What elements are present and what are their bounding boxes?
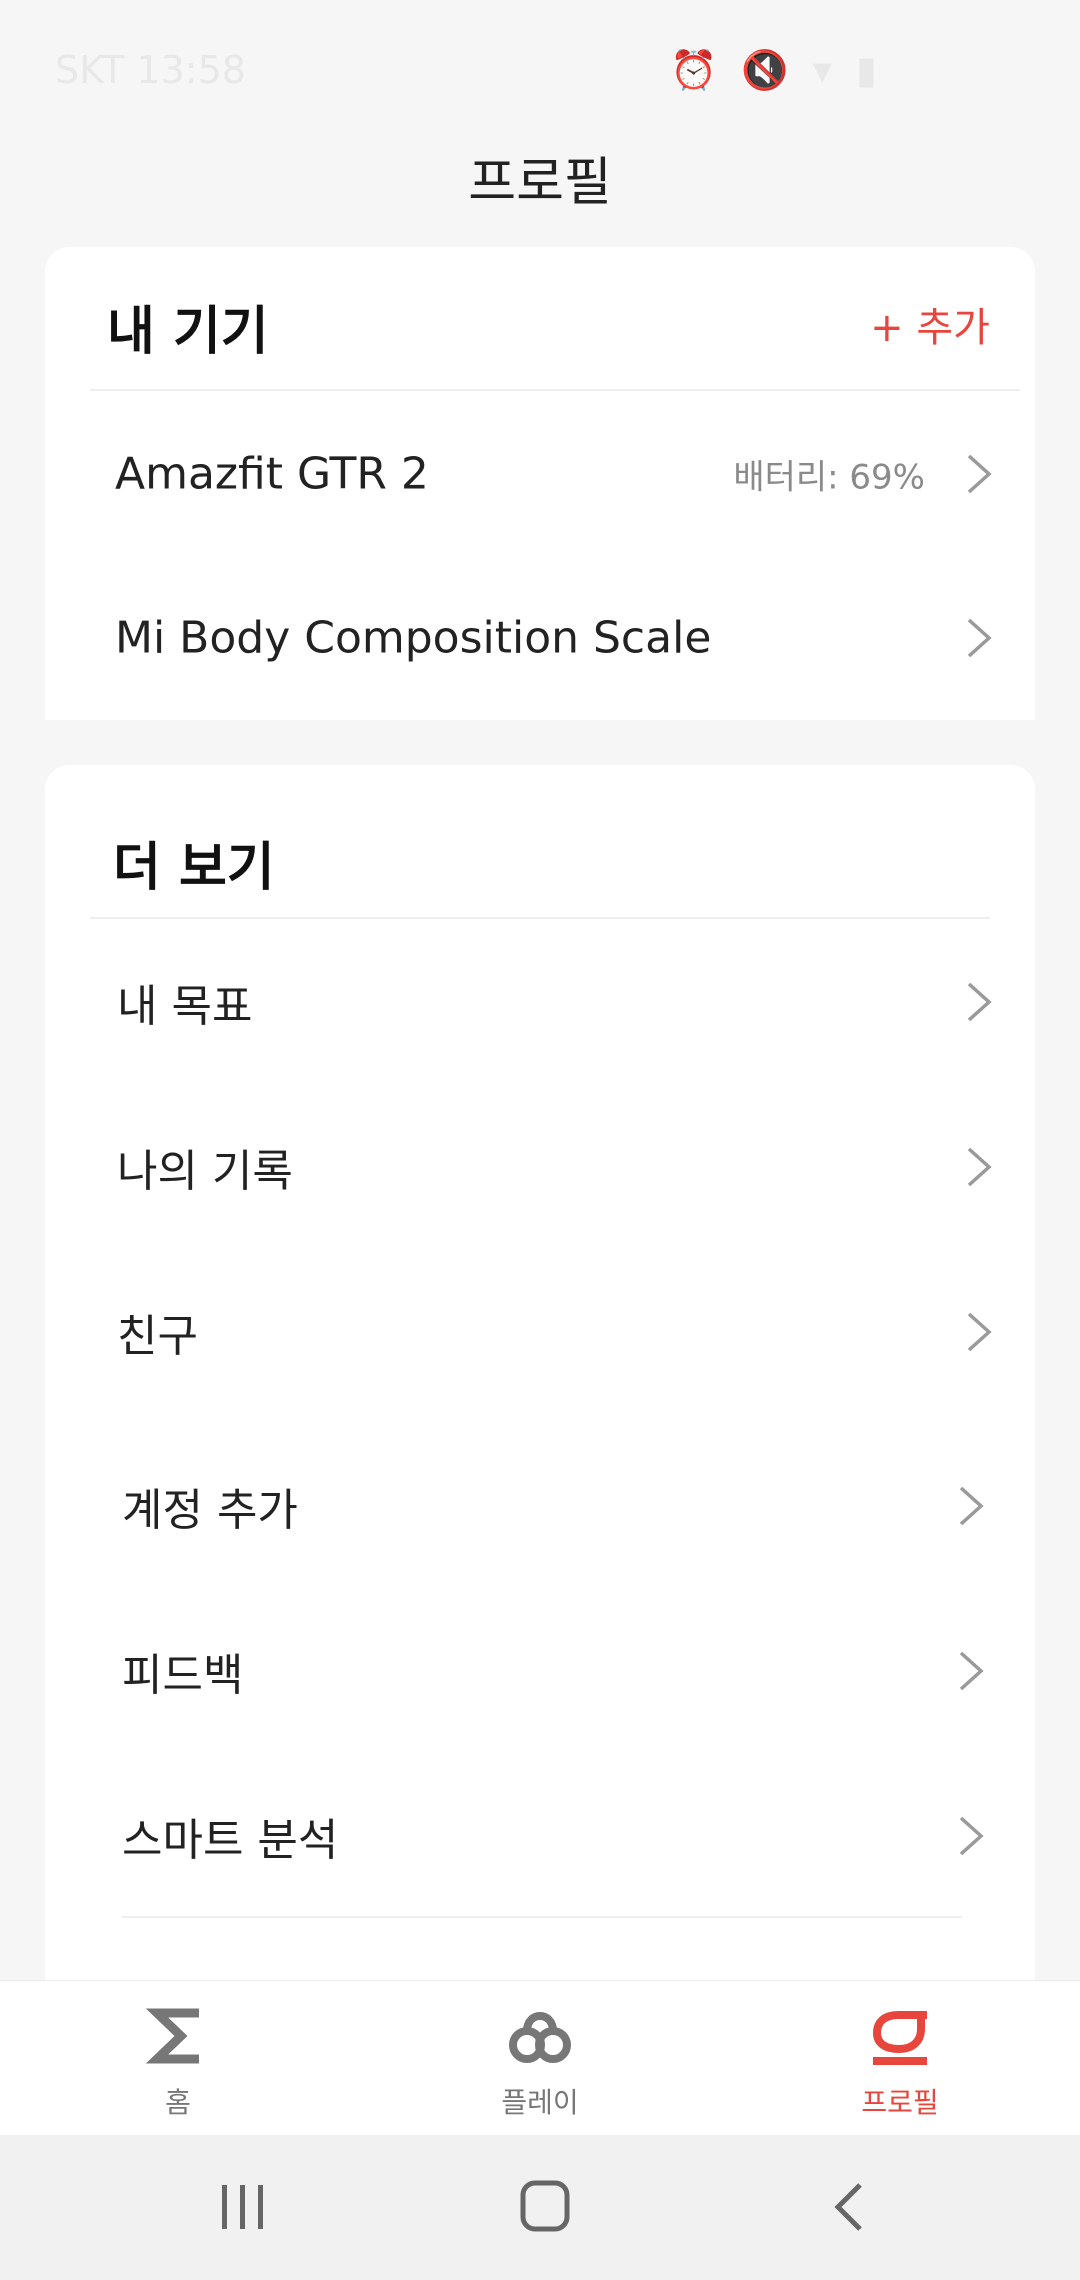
top-bar: SKT 13:58 ⏰ 🔇 ▾ ▮ 프로필: [0, 0, 1080, 225]
menu-item-add-account[interactable]: 계정 추가: [45, 1431, 1035, 1581]
nav-tab-home[interactable]: 홈: [78, 1981, 278, 2136]
chevron-right-icon: [959, 1816, 984, 1856]
my-devices-title: 내 기기: [107, 302, 269, 362]
profile-icon: [872, 2011, 927, 2065]
nav-tab-label: 홈: [165, 2086, 191, 2119]
device-name: Amazfit GTR 2: [115, 448, 429, 500]
nav-tab-profile[interactable]: 프로필: [800, 1981, 1000, 2136]
page-title: 프로필: [468, 153, 612, 213]
menu-item-friends[interactable]: 친구: [45, 1257, 1035, 1407]
divider: [122, 1916, 962, 1918]
system-navigation-bar: [0, 2135, 1080, 2280]
menu-item-smart-analysis[interactable]: 스마트 분석: [45, 1761, 1035, 1911]
divider: [90, 917, 990, 919]
chevron-right-icon: [967, 454, 992, 494]
menu-item-goals[interactable]: 내 목표: [45, 927, 1035, 1077]
clock-label: 13:58: [136, 48, 246, 92]
chevron-right-icon: [959, 1486, 984, 1526]
carrier-label: SKT: [55, 48, 125, 92]
play-loop-icon: [509, 2012, 571, 2063]
nav-tab-label: 프로필: [861, 2086, 939, 2119]
chevron-right-icon: [959, 1651, 984, 1691]
menu-item-label: 내 목표: [117, 981, 253, 1032]
back-icon[interactable]: [808, 2177, 888, 2237]
status-left: SKT 13:58: [55, 48, 246, 92]
recent-apps-icon[interactable]: [202, 2177, 282, 2237]
chevron-right-icon: [967, 982, 992, 1022]
menu-item-records[interactable]: 나의 기록: [45, 1092, 1035, 1242]
divider: [90, 389, 1020, 391]
nav-tab-label: 플레이: [501, 2086, 579, 2119]
my-devices-card: 내 기기 + 추가 Amazfit GTR 2 배터리: 69% Mi Body…: [45, 247, 1035, 720]
home-icon[interactable]: [505, 2177, 585, 2237]
menu-item-feedback[interactable]: 피드백: [45, 1596, 1035, 1746]
device-name: Mi Body Composition Scale: [115, 612, 712, 664]
sigma-icon: [145, 2008, 199, 2064]
status-bar: SKT 13:58 ⏰ 🔇 ▾ ▮: [0, 0, 1080, 140]
add-device-button[interactable]: + 추가: [870, 295, 990, 353]
status-icons: ⏰ 🔇 ▾ ▮: [670, 48, 883, 92]
device-row-amazfit[interactable]: Amazfit GTR 2 배터리: 69%: [45, 399, 1035, 549]
more-card: 더 보기 내 목표 나의 기록 친구 계정 추가 피드백 스마트 분석: [45, 765, 1035, 1985]
more-title: 더 보기: [113, 838, 275, 898]
chevron-right-icon: [967, 618, 992, 658]
nav-tab-play[interactable]: 플레이: [440, 1981, 640, 2136]
menu-item-label: 스마트 분석: [122, 1815, 339, 1866]
menu-item-label: 피드백: [122, 1650, 244, 1701]
menu-item-label: 계정 추가: [122, 1485, 298, 1536]
menu-item-label: 나의 기록: [117, 1146, 293, 1197]
chevron-right-icon: [967, 1312, 992, 1352]
menu-item-label: 친구: [117, 1311, 198, 1362]
battery-status: 배터리: 69%: [733, 457, 925, 498]
chevron-right-icon: [967, 1147, 992, 1187]
device-row-scale[interactable]: Mi Body Composition Scale: [45, 563, 1035, 713]
bottom-navigation: 홈 플레이 프로필: [0, 1980, 1080, 2136]
